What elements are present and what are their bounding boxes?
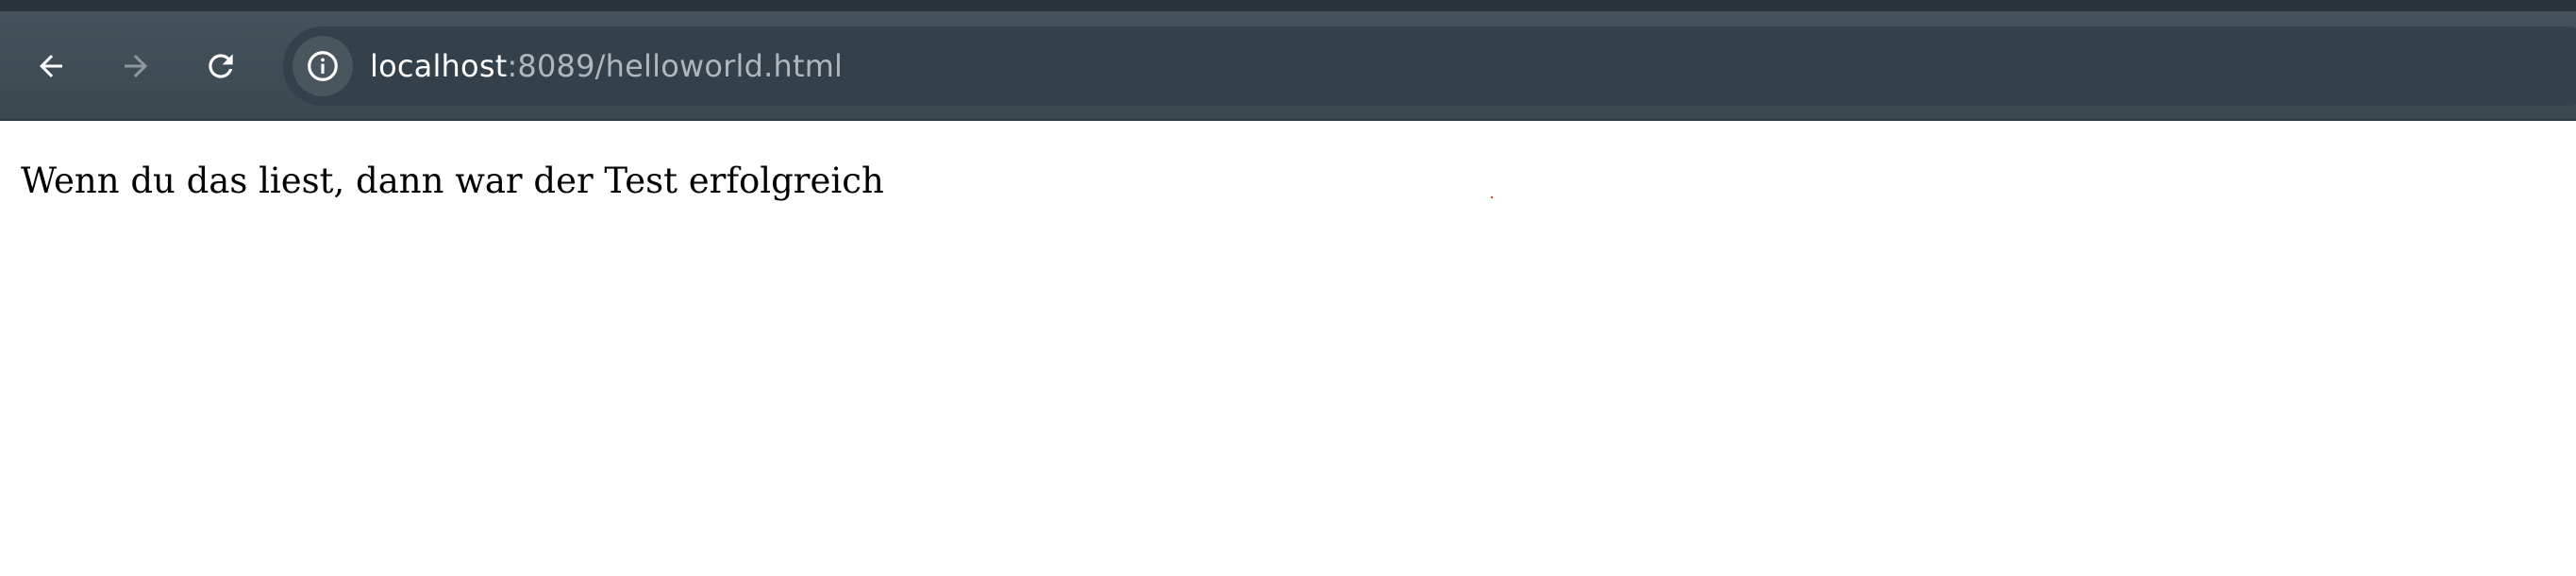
browser-toolbar: localhost:8089/helloworld.html (0, 0, 2576, 121)
site-info-button[interactable] (293, 36, 353, 96)
arrow-right-icon (125, 55, 147, 77)
reload-button[interactable] (189, 34, 253, 98)
info-circle-icon (308, 51, 338, 81)
red-dot (1491, 196, 1493, 198)
address-bar[interactable]: localhost:8089/helloworld.html (283, 26, 2576, 106)
reload-icon (209, 54, 233, 78)
url-host: localhost (370, 48, 508, 84)
page-content: Wenn du das liest, dann war der Test erf… (0, 123, 2576, 576)
back-button[interactable] (19, 34, 83, 98)
url-text[interactable]: localhost:8089/helloworld.html (370, 26, 843, 106)
arrow-left-icon (40, 55, 62, 77)
forward-button[interactable] (104, 34, 168, 98)
url-path: :8089/helloworld.html (507, 48, 844, 84)
page-text: Wenn du das liest, dann war der Test erf… (21, 161, 884, 201)
